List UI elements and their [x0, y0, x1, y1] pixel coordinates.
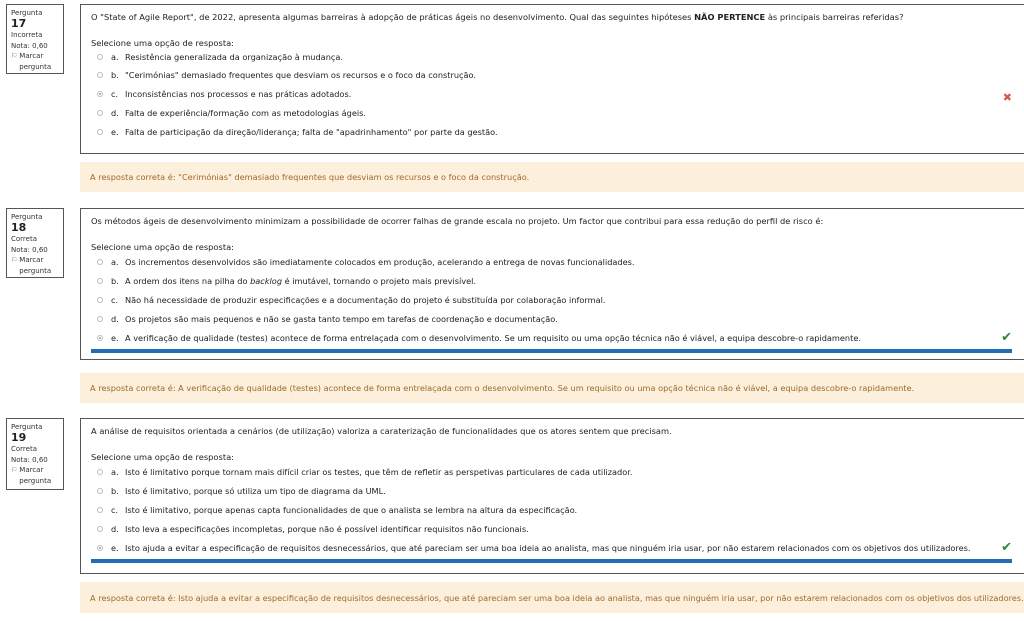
flag-question-link[interactable]: ⚐ Marcar pergunta: [11, 465, 59, 486]
question-grade: Nota: 0,60: [11, 245, 48, 254]
answer-option-b[interactable]: b. "Cerimónias" demasiado frequentes que …: [97, 69, 476, 81]
answer-option-c[interactable]: c. Inconsistências nos processos e nas pr…: [97, 88, 351, 100]
flag-label: Marcar pergunta: [19, 256, 52, 275]
flag-label: Marcar pergunta: [19, 52, 52, 71]
answer-prompt: Selecione uma opção de resposta:: [91, 38, 234, 48]
incorrect-icon: ✖: [1002, 91, 1012, 104]
answer-option-c[interactable]: c. Isto é limitativo, porque apenas capta…: [97, 504, 577, 516]
question-text: A análise de requisitos orientada a cená…: [91, 426, 672, 436]
answer-option-e[interactable]: e. Isto ajuda a evitar a especificação de…: [97, 542, 971, 554]
question-text: Os métodos ágeis de desenvolvimento mini…: [91, 216, 824, 226]
radio-button[interactable]: [97, 469, 103, 475]
question-status: Correta: [11, 235, 37, 243]
question-info: Pergunta 18 Correta Nota: 0,60 ⚐ Marcar …: [6, 208, 64, 278]
correct-check-icon: ✔: [1001, 330, 1012, 345]
answer-option-b[interactable]: b. A ordem dos itens na pilha do backlog …: [97, 275, 476, 287]
correct-answer-feedback: A resposta correta é: A verificação de q…: [80, 373, 1024, 403]
answer-option-d[interactable]: d. Os projetos são mais pequenos e não se…: [97, 313, 558, 325]
answer-option-c[interactable]: c. Não há necessidade de produzir especif…: [97, 294, 605, 306]
radio-button[interactable]: [97, 316, 103, 322]
question-number: 18: [11, 220, 27, 234]
answer-option-e[interactable]: e. A verificação de qualidade (testes) ac…: [97, 332, 861, 344]
answer-option-b[interactable]: b. Isto é limitativo, porque só utiliza u…: [97, 485, 386, 497]
question-number: 19: [11, 430, 27, 444]
radio-button[interactable]: [97, 259, 103, 265]
question-status: Incorreta: [11, 31, 43, 39]
question-content: A análise de requisitos orientada a cená…: [80, 418, 1024, 574]
question-grade: Nota: 0,60: [11, 455, 48, 464]
radio-button-selected[interactable]: [97, 91, 103, 97]
radio-button[interactable]: [97, 507, 103, 513]
correct-answer-feedback: A resposta correta é: Isto ajuda a evita…: [80, 582, 1024, 613]
question-grade: Nota: 0,60: [11, 41, 48, 50]
selected-answer-bar: [91, 349, 1012, 353]
radio-button[interactable]: [97, 72, 103, 78]
answer-option-a[interactable]: a. Os incrementos desenvolvidos são imedi…: [97, 256, 635, 268]
radio-button[interactable]: [97, 297, 103, 303]
answer-prompt: Selecione uma opção de resposta:: [91, 242, 234, 252]
radio-button[interactable]: [97, 54, 103, 60]
question-info: Pergunta 17 Incorreta Nota: 0,60 ⚐ Marca…: [6, 4, 64, 74]
question-number: 17: [11, 16, 27, 30]
radio-button[interactable]: [97, 526, 103, 532]
question-text: O "State of Agile Report", de 2022, apre…: [91, 12, 904, 22]
radio-button[interactable]: [97, 129, 103, 135]
flag-label: Marcar pergunta: [19, 466, 52, 485]
flag-icon: ⚐: [11, 256, 18, 264]
flag-question-link[interactable]: ⚐ Marcar pergunta: [11, 255, 59, 276]
answer-option-d[interactable]: d. Falta de experiência/formação com as m…: [97, 107, 366, 119]
correct-answer-feedback: A resposta correta é: "Cerimónias" demas…: [80, 162, 1024, 192]
radio-button[interactable]: [97, 278, 103, 284]
radio-button[interactable]: [97, 488, 103, 494]
question-content: O "State of Agile Report", de 2022, apre…: [80, 4, 1024, 154]
flag-question-link[interactable]: ⚐ Marcar pergunta: [11, 51, 59, 72]
answer-prompt: Selecione uma opção de resposta:: [91, 452, 234, 462]
answer-option-e[interactable]: e. Falta de participação da direção/lider…: [97, 126, 498, 138]
question-status: Correta: [11, 445, 37, 453]
question-info: Pergunta 19 Correta Nota: 0,60 ⚐ Marcar …: [6, 418, 64, 490]
radio-button[interactable]: [97, 110, 103, 116]
flag-icon: ⚐: [11, 52, 18, 60]
radio-button-selected[interactable]: [97, 335, 103, 341]
flag-icon: ⚐: [11, 466, 18, 474]
selected-answer-bar: [91, 559, 1012, 563]
answer-option-a[interactable]: a. Isto é limitativo porque tornam mais d…: [97, 466, 632, 478]
question-content: Os métodos ágeis de desenvolvimento mini…: [80, 208, 1024, 360]
answer-option-d[interactable]: d. Isto leva a especificações incompletas…: [97, 523, 529, 535]
correct-check-icon: ✔: [1001, 540, 1012, 555]
radio-button-selected[interactable]: [97, 545, 103, 551]
answer-option-a[interactable]: a. Resistência generalizada da organizaçã…: [97, 51, 343, 63]
